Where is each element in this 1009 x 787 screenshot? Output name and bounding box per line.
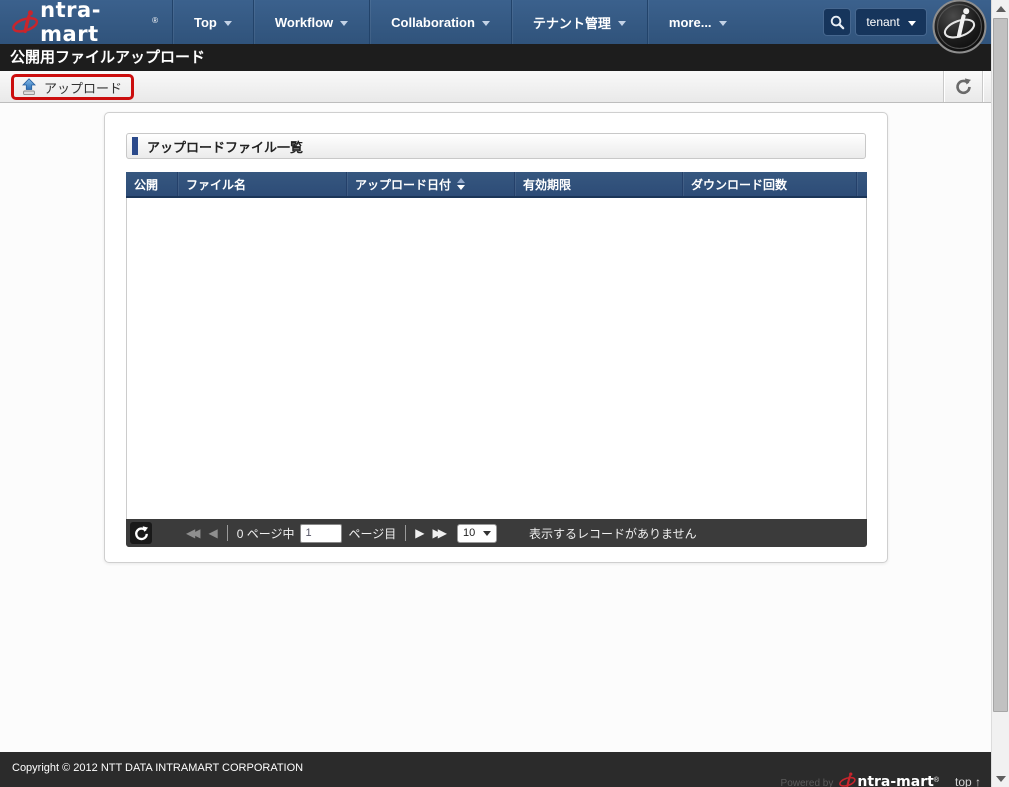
column-label: 有効期限 [523, 177, 572, 192]
intramart-i-icon [12, 10, 39, 34]
nav-item-tenant-admin[interactable]: テナント管理 [510, 0, 647, 44]
toolbar: アップロード [0, 71, 991, 103]
chevron-down-icon [907, 20, 916, 26]
chevron-down-icon [617, 20, 626, 26]
chevron-down-icon [718, 20, 727, 26]
nav-item-collaboration[interactable]: Collaboration [369, 0, 511, 44]
pagination-divider [226, 525, 228, 541]
powered-by-label: Powered by [780, 778, 834, 787]
panel-title: アップロードファイル一覧 [147, 139, 304, 155]
nav-item-label: Workflow [274, 14, 334, 30]
page-unit-label: ページ目 [348, 526, 397, 541]
intramart-logo[interactable]: ntra-mart ® [0, 0, 172, 46]
first-page-button[interactable]: ◀◀ [186, 526, 201, 540]
sort-indicator-icon [457, 178, 466, 190]
pagination-refresh-button[interactable] [130, 522, 152, 544]
last-page-button[interactable]: ▶▶ [432, 526, 447, 540]
pagination-bar: ◀◀ ◀ 0 ページ中 ページ目 ▶ ▶▶ 10 表示するレコードがありません [126, 519, 867, 547]
chevron-down-icon [340, 20, 349, 26]
search-button[interactable] [823, 8, 851, 36]
panel-accent-bar [132, 137, 138, 155]
top-navigation-bar: ntra-mart ® Top Workflow Collaboration テ… [0, 0, 991, 54]
table-body-empty [126, 198, 867, 519]
intramart-orb-icon [932, 0, 987, 54]
intramart-i-icon [839, 772, 857, 787]
footer-intramart-logo: ntra-mart ® [839, 766, 939, 787]
column-header-upload-date[interactable]: アップロード日付 [346, 172, 514, 196]
page-footer: Copyright © 2012 NTT DATA INTRAMART CORP… [0, 752, 991, 787]
footer-right-cluster: Powered by ntra-mart ® top ↑ [781, 766, 981, 787]
column-label: ファイル名 [186, 177, 247, 192]
brand-registered-mark: ® [933, 777, 939, 784]
nav-item-workflow[interactable]: Workflow [252, 0, 369, 44]
page-title: 公開用ファイルアップロード [0, 44, 991, 71]
page-size-value: 10 [462, 527, 476, 539]
upload-file-table: 公開 ファイル名 アップロード日付 有効期限 ダウンロード回数 ◀◀ ◀ 0 ペ… [126, 172, 867, 547]
chevron-down-icon [481, 20, 490, 26]
main-content: アップロードファイル一覧 公開 ファイル名 アップロード日付 有効期限 ダウンロ… [0, 103, 991, 752]
column-header-public[interactable]: 公開 [126, 172, 177, 196]
next-page-button[interactable]: ▶ [415, 526, 424, 540]
page-size-select[interactable]: 10 [456, 523, 497, 543]
refresh-icon [955, 78, 971, 95]
upload-button[interactable]: アップロード [21, 78, 122, 97]
arrow-up-icon [996, 5, 1006, 12]
search-icon [830, 15, 844, 29]
column-header-download-count[interactable]: ダウンロード回数 [682, 172, 856, 196]
account-menu-button[interactable]: tenant [855, 8, 927, 36]
arrow-down-icon [996, 775, 1006, 782]
copyright-text: Copyright © 2012 NTT DATA INTRAMART CORP… [12, 762, 304, 774]
chevron-down-icon [482, 530, 491, 536]
annotation-highlight-box: アップロード [11, 74, 135, 100]
column-label: ダウンロード回数 [691, 177, 788, 192]
back-to-top-link[interactable]: top ↑ [955, 775, 981, 787]
refresh-icon [134, 525, 148, 540]
brand-wordmark: ntra-mart [40, 0, 101, 46]
column-label: アップロード日付 [355, 177, 452, 192]
nav-item-label: Top [194, 14, 217, 30]
pagination-divider [405, 525, 407, 541]
toolbar-refresh-button[interactable] [943, 71, 983, 102]
column-header-spacer [856, 172, 867, 196]
scrollbar-down-button[interactable] [992, 770, 1009, 787]
table-header-row: 公開 ファイル名 アップロード日付 有効期限 ダウンロード回数 [126, 172, 867, 198]
app-window: ntra-mart ® Top Workflow Collaboration テ… [0, 0, 1009, 787]
panel-header: アップロードファイル一覧 [126, 133, 866, 159]
brand-registered-mark: ® [152, 15, 158, 25]
nav-right-cluster: tenant [823, 0, 991, 54]
upload-list-card: アップロードファイル一覧 公開 ファイル名 アップロード日付 有効期限 ダウンロ… [104, 112, 888, 563]
nav-item-more[interactable]: more... [646, 0, 748, 44]
upload-icon [22, 78, 36, 96]
nav-item-label: more... [668, 14, 712, 30]
nav-item-label: Collaboration [391, 14, 475, 30]
brand-wordmark: ntra-mart [857, 774, 934, 787]
page-number-input[interactable] [300, 523, 343, 543]
scrollbar-thumb[interactable] [993, 18, 1008, 712]
vertical-scrollbar[interactable] [991, 0, 1009, 787]
upload-button-label: アップロード [44, 80, 123, 96]
nav-item-top[interactable]: Top [172, 0, 253, 44]
previous-page-button[interactable]: ◀ [208, 526, 217, 540]
column-label: 公開 [134, 177, 159, 192]
chevron-down-icon [223, 20, 232, 26]
page-total-label: 0 ページ中 [236, 526, 295, 541]
intramart-orb-logo[interactable] [932, 0, 987, 54]
column-header-expiration[interactable]: 有効期限 [514, 172, 682, 196]
scrollbar-up-button[interactable] [992, 0, 1009, 17]
column-header-filename[interactable]: ファイル名 [177, 172, 346, 196]
nav-item-label: テナント管理 [532, 15, 611, 31]
empty-records-message: 表示するレコードがありません [528, 526, 697, 541]
account-label: tenant [866, 15, 900, 29]
